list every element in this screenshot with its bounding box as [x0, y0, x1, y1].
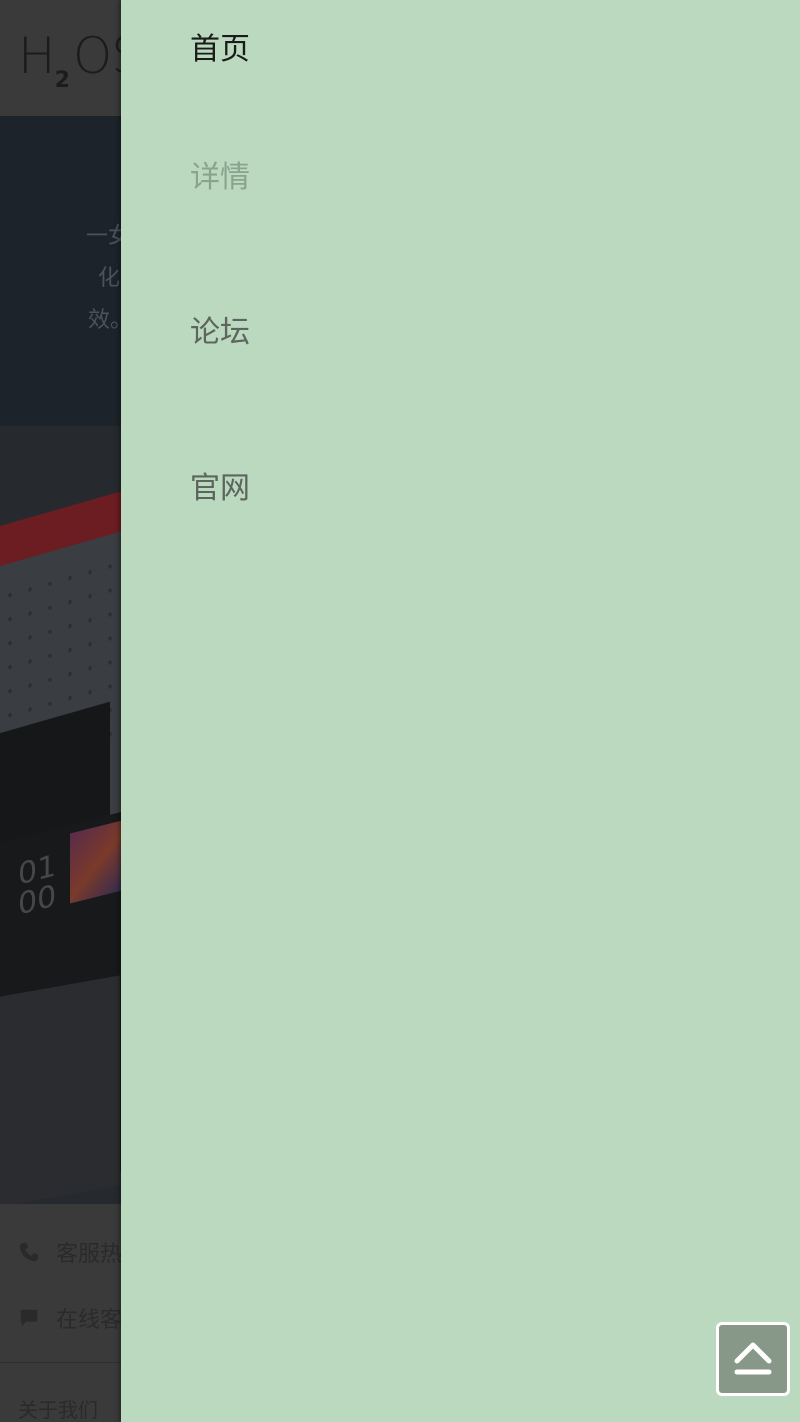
footer-chat-label: 在线客: [56, 1308, 123, 1333]
navigation-drawer: 首页 详情 论坛 官网: [121, 0, 800, 1422]
phone-clock: 01 00: [18, 848, 57, 923]
logo-subscript: 2: [54, 68, 70, 93]
nav-item-home[interactable]: 首页: [190, 30, 250, 70]
footer-service-row[interactable]: 客服热: [18, 1236, 122, 1268]
phone-icon: [19, 1242, 39, 1262]
footer-service-label: 客服热: [56, 1242, 123, 1267]
footer-about-label: 关于我们: [18, 1398, 98, 1422]
hero-text-line: 化: [98, 266, 121, 291]
footer-chat-row[interactable]: 在线客: [18, 1302, 122, 1334]
logo-letter: H: [18, 27, 56, 85]
nav-item-forum[interactable]: 论坛: [190, 313, 250, 353]
chevron-up-icon: [734, 1342, 772, 1375]
nav-item-official-site[interactable]: 官网: [190, 469, 250, 509]
phone-bottom-panel: [0, 975, 120, 1204]
back-to-top-button[interactable]: [716, 1322, 790, 1396]
nav-item-details[interactable]: 详情: [190, 158, 250, 198]
chat-bubble-icon: [20, 1309, 38, 1327]
app-screen: H2OS 一女 化 效。 01 00 客服热 在线客 关于我们 首页 详情 论坛…: [0, 0, 800, 1422]
footer-about-link[interactable]: 关于我们: [18, 1394, 98, 1422]
